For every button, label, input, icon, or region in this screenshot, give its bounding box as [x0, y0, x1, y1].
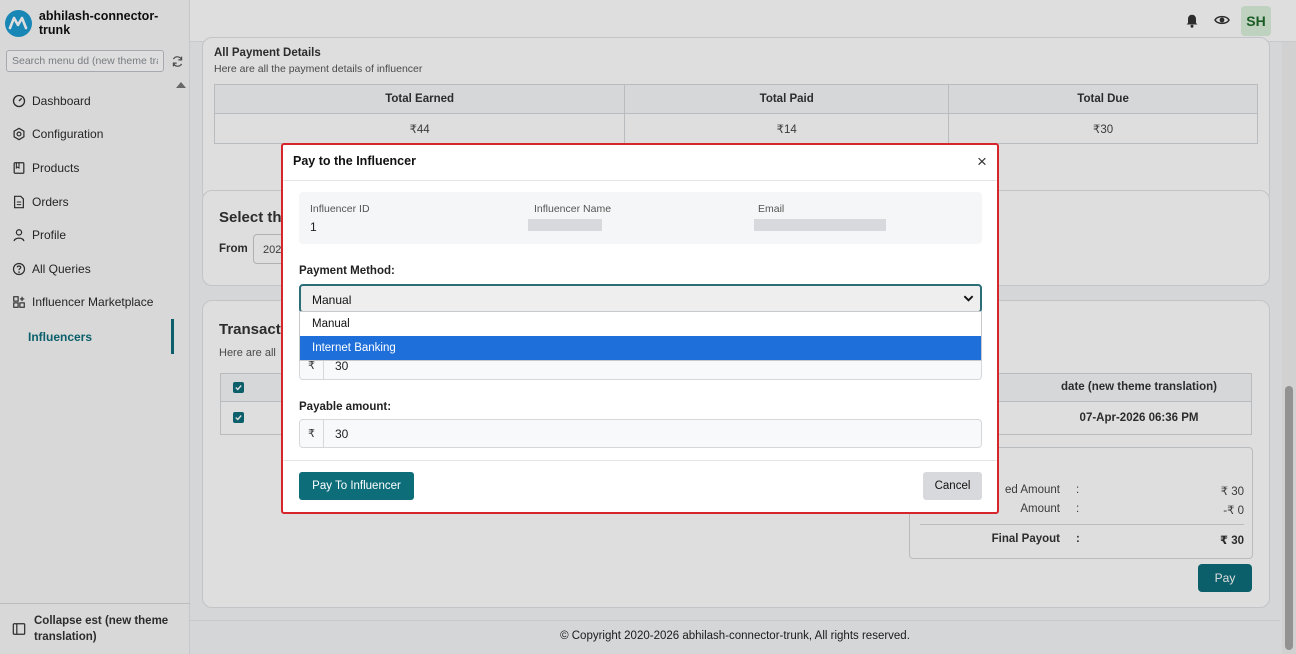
- payment-method-select[interactable]: Manual: [299, 284, 982, 313]
- influencer-id-value: 1: [310, 220, 317, 234]
- modal-title: Pay to the Influencer: [293, 154, 416, 168]
- chevron-down-icon: [963, 295, 974, 302]
- payable-amount-value: 30: [335, 427, 349, 441]
- influencer-id-label: Influencer ID: [310, 203, 370, 215]
- influencer-name-label: Influencer Name: [534, 203, 612, 215]
- payable-amount-label: Payable amount:: [299, 401, 392, 413]
- email-redacted: [754, 219, 886, 231]
- payment-method-dropdown: Manual Internet Banking: [299, 311, 982, 361]
- modal-header-divider: [283, 180, 997, 181]
- modal-footer-divider: [283, 460, 997, 461]
- currency-symbol: ₹: [300, 420, 324, 447]
- dropdown-option-manual[interactable]: Manual: [300, 312, 981, 336]
- dropdown-option-internet-banking[interactable]: Internet Banking: [300, 336, 981, 360]
- cancel-button[interactable]: Cancel: [923, 472, 982, 500]
- amount-value: 30: [335, 359, 349, 373]
- influencer-info-box: Influencer ID 1 Influencer Name Email: [299, 192, 982, 244]
- influencer-name-redacted: [528, 219, 602, 231]
- payment-method-value: Manual: [312, 293, 352, 307]
- payment-method-label: Payment Method:: [299, 265, 395, 277]
- payable-amount-input[interactable]: ₹ 30: [299, 419, 982, 448]
- pay-to-influencer-button[interactable]: Pay To Influencer: [299, 472, 414, 500]
- close-icon[interactable]: ×: [975, 153, 989, 170]
- email-label: Email: [758, 203, 785, 215]
